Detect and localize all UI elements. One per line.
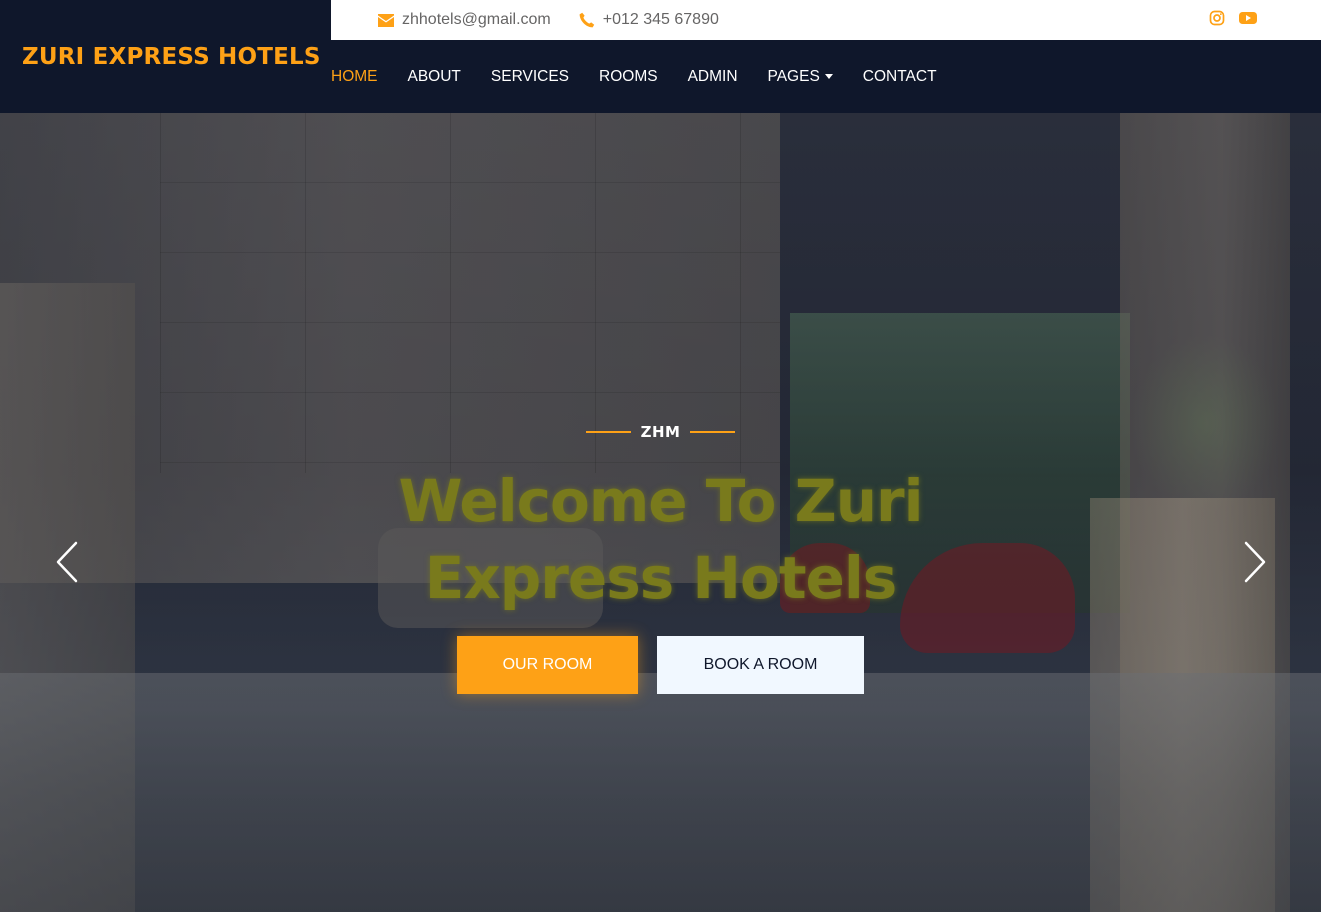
envelope-icon [378, 13, 394, 27]
subtitle-line-right [690, 431, 736, 433]
carousel-prev-button[interactable] [52, 538, 82, 586]
chevron-left-icon [56, 541, 78, 583]
carousel-next-button[interactable] [1240, 538, 1270, 586]
our-room-button[interactable]: OUR ROOM [457, 636, 638, 694]
hero-subtitle: ZHM [640, 423, 681, 441]
hero-headline-line1: Welcome To Zuri [398, 467, 923, 535]
nav-contact[interactable]: CONTACT [863, 68, 937, 86]
hero-caption: ZHM Welcome To Zuri Express Hotels OUR R… [0, 113, 1321, 912]
phone-text: +012 345 67890 [602, 11, 719, 28]
nav-home[interactable]: HOME [331, 68, 378, 86]
email-text: zhhotels@gmail.com [402, 11, 551, 28]
nav-about[interactable]: ABOUT [408, 68, 461, 86]
instagram-icon[interactable] [1209, 10, 1225, 31]
chevron-right-icon [1244, 541, 1266, 583]
hero-headline: Welcome To Zuri Express Hotels [0, 463, 1321, 617]
contact-phone: +012 345 67890 [579, 11, 719, 29]
youtube-icon[interactable] [1239, 11, 1257, 30]
book-room-button[interactable]: BOOK A ROOM [657, 636, 864, 694]
social-links [1209, 10, 1257, 31]
main-nav: HOME ABOUT SERVICES ROOMS ADMIN PAGES CO… [331, 40, 1321, 113]
phone-icon [579, 12, 594, 28]
nav-services[interactable]: SERVICES [491, 68, 569, 86]
brand-block[interactable]: ZURI EXPRESS HOTELS [0, 0, 331, 113]
nav-rooms[interactable]: ROOMS [599, 68, 658, 86]
top-bar: zhhotels@gmail.com +012 345 67890 [331, 0, 1321, 40]
hero-headline-line2: Express Hotels [424, 544, 898, 612]
brand-name[interactable]: ZURI EXPRESS HOTELS [22, 44, 321, 70]
contact-email: zhhotels@gmail.com [378, 11, 551, 29]
nav-admin[interactable]: ADMIN [688, 68, 738, 86]
subtitle-line-left [585, 431, 631, 433]
hero-subtitle-row: ZHM [0, 423, 1321, 441]
nav-pages-dropdown[interactable]: PAGES [768, 68, 833, 86]
hero-carousel: ZHM Welcome To Zuri Express Hotels OUR R… [0, 113, 1321, 912]
caret-down-icon [824, 74, 833, 79]
nav-pages-label: PAGES [767, 67, 820, 85]
